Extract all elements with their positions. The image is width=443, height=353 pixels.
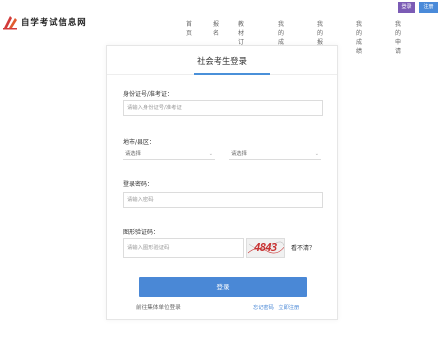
top-login-button[interactable]: 登录 [398,2,415,13]
password-input[interactable]: 请输入密码 [123,192,323,208]
login-title: 社会考生登录 [197,56,247,66]
captcha-input[interactable]: 请输入图形验证码 [123,238,244,258]
district-select-value: 请选择 [231,151,247,157]
top-header: 自学考试信息网 首页 报名 教材订购 我的成绩 我的报名 我的成绩 我的申请 登… [0,0,443,55]
id-label: 身份证号/准考证： [123,91,174,98]
region-label: 地市/县区： [123,139,156,146]
title-underline [194,73,270,75]
district-select[interactable]: 请选择 ⌄ [229,148,321,160]
captcha-refresh-link[interactable]: 看不清？ [291,243,315,252]
captcha-label: 图形验证码： [123,229,160,236]
captcha-image[interactable]: 4843 [246,238,285,258]
city-select[interactable]: 请选择 ⌄ [123,148,215,160]
footer-links: 忘记密码 立即注册 [250,304,299,311]
unit-login-link[interactable]: 前往集体单位登录 [136,303,181,311]
city-select-value: 请选择 [125,151,141,157]
site-title: 自学考试信息网 [21,17,87,27]
id-input[interactable]: 请输入身份证号/准考证 [123,100,323,116]
nav-item-signup[interactable]: 报名 [213,19,219,37]
login-button[interactable]: 登录 [139,277,307,297]
chevron-down-icon: ⌄ [314,151,319,157]
nav-item-my-applications[interactable]: 我的申请 [395,19,401,55]
nav-item-home[interactable]: 首页 [186,19,192,37]
logo-icon [2,14,18,30]
login-card: 社会考生登录 身份证号/准考证： 请输入身份证号/准考证 地市/县区： 请选择 … [106,45,338,320]
site-logo[interactable]: 自学考试信息网 [2,14,87,30]
chevron-down-icon: ⌄ [208,151,213,157]
password-label: 登录密码： [123,181,154,188]
top-register-button[interactable]: 注册 [419,2,438,13]
register-link[interactable]: 立即注册 [278,305,299,311]
captcha-code: 4843 [254,241,277,254]
forgot-password-link[interactable]: 忘记密码 [253,305,274,311]
nav-item-my-grades[interactable]: 我的成绩 [356,19,362,55]
